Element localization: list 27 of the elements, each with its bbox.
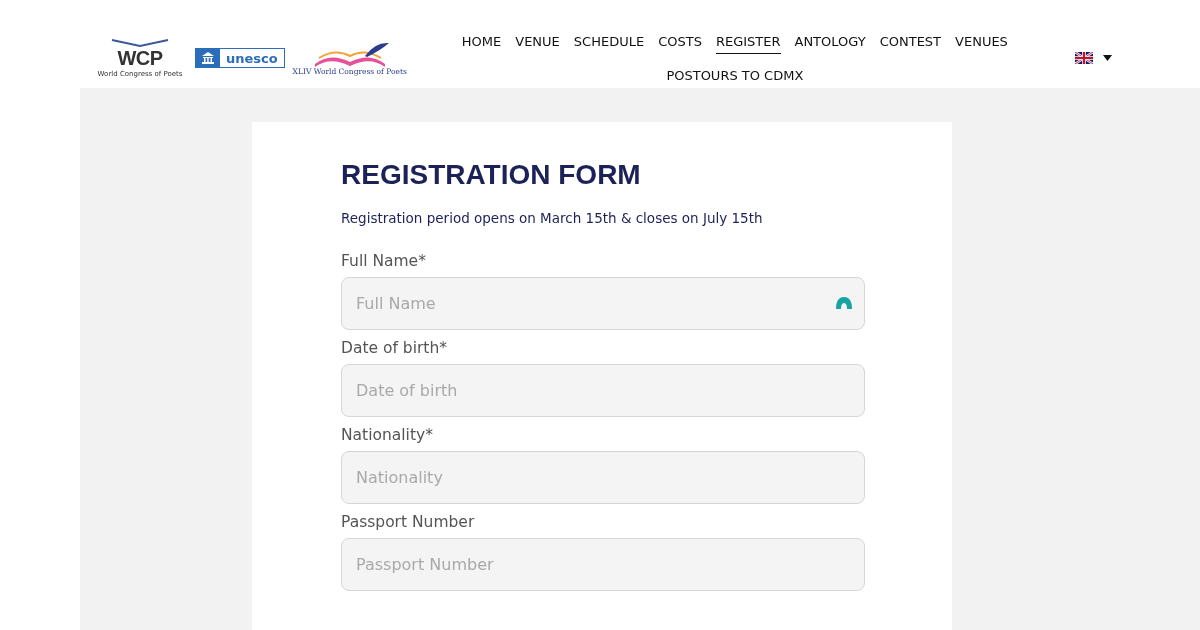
input-field[interactable]: Date of birth — [341, 364, 865, 417]
caret-icon — [1103, 55, 1112, 61]
nav-link[interactable]: HOME — [461, 32, 502, 54]
book-wings-icon — [110, 38, 170, 48]
nav-link[interactable]: SCHEDULE — [573, 32, 645, 54]
temple-icon — [201, 52, 215, 65]
nav-link[interactable]: POSTOURS TO CDMX — [666, 66, 804, 88]
language-selector[interactable] — [1075, 52, 1112, 64]
field-label: Nationality* — [341, 425, 434, 445]
field-label: Full Name* — [341, 251, 427, 271]
form-title: REGISTRATION FORM — [341, 158, 642, 192]
input-field[interactable]: Nationality — [341, 451, 865, 504]
input-field[interactable]: Passport Number — [341, 538, 865, 591]
form-subtitle: Registration period opens on March 15th & closes on July 15th — [341, 209, 764, 227]
logo-text: unesco — [225, 51, 279, 65]
nav-link[interactable]: VENUE — [515, 32, 560, 54]
nav-link[interactable]: ANTOLOGY — [794, 32, 866, 54]
nav-link[interactable]: VENUES — [955, 32, 1008, 54]
logo-mark: WCP — [117, 48, 163, 68]
flag-icon — [1075, 52, 1093, 64]
nav-link[interactable]: COSTS — [658, 32, 702, 54]
nav-link[interactable]: REGISTER — [715, 32, 781, 54]
autofill-icon[interactable] — [835, 296, 853, 310]
input-field[interactable]: Full Name — [341, 277, 865, 330]
field-label: Date of birth* — [341, 338, 448, 358]
field-label: Passport Number — [341, 512, 476, 532]
nav-link[interactable]: CONTEST — [879, 32, 942, 54]
